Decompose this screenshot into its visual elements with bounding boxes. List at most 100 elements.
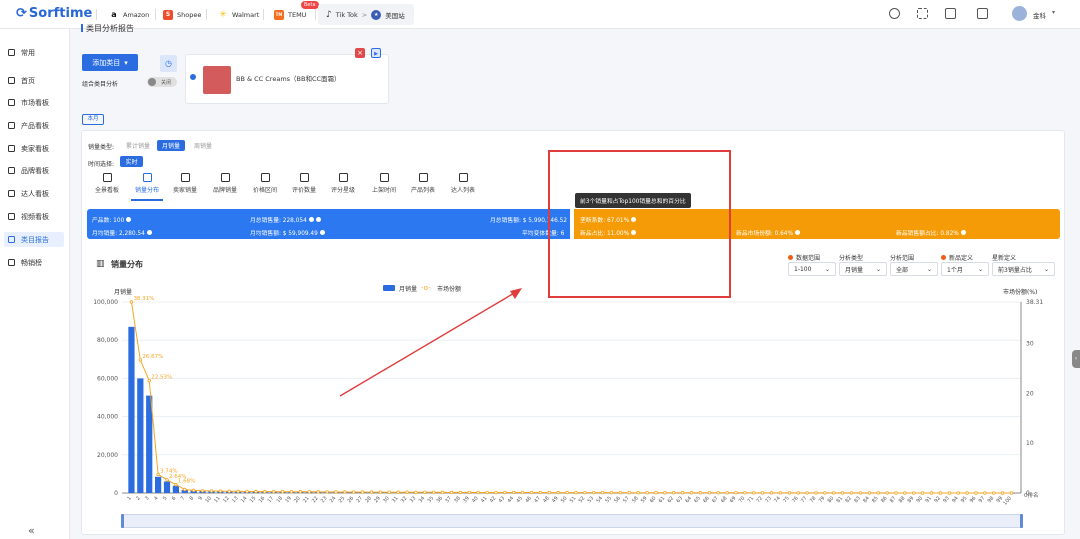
share-point (414, 490, 418, 495)
x-tick: 76 (791, 495, 800, 504)
x-tick: 16 (258, 495, 267, 504)
share-point (271, 489, 276, 494)
share-point (280, 490, 285, 494)
share-point (903, 491, 907, 495)
share-point (494, 490, 498, 495)
share-point (938, 491, 943, 495)
x-tick: 57 (622, 495, 631, 504)
share-point (156, 472, 160, 477)
bar (172, 485, 180, 493)
x-tick: 41 (480, 495, 489, 504)
zoom-handle-left[interactable] (121, 514, 124, 528)
share-point (698, 491, 703, 495)
share-point (992, 491, 996, 495)
share-point (289, 490, 294, 494)
x-tick: 21 (302, 495, 311, 504)
share-point (405, 490, 409, 494)
share-point (574, 490, 578, 495)
x-tick: 11 (213, 495, 222, 504)
share-point (245, 489, 249, 494)
x-tick: 60 (649, 495, 658, 504)
share-point (894, 491, 898, 495)
share-point (138, 358, 143, 362)
share-point (645, 491, 649, 495)
x-tick: 65 (693, 495, 702, 504)
share-point (832, 491, 836, 495)
share-point (147, 378, 151, 383)
share-point (467, 490, 471, 495)
x-tick: 35 (427, 495, 436, 504)
share-point (227, 489, 231, 493)
x-tick: 74 (773, 495, 782, 504)
x-tick: 23 (320, 495, 329, 504)
side-expand-icon[interactable]: ‹ (1072, 350, 1080, 368)
share-point (912, 491, 916, 495)
x-tick: 43 (498, 495, 507, 504)
share-line (130, 301, 1012, 494)
x-tick: 28 (364, 495, 373, 504)
share-point (529, 490, 534, 495)
share-point (752, 491, 756, 495)
x-tick: 29 (373, 495, 382, 504)
share-point (707, 491, 711, 495)
x-tick: 36 (435, 495, 444, 504)
x-tick: 92 (933, 495, 942, 504)
share-point (840, 491, 845, 495)
share-point (325, 490, 329, 494)
x-tick: 61 (658, 495, 667, 504)
x-tick: 32 (400, 495, 409, 504)
share-point (165, 478, 169, 482)
share-point (432, 490, 436, 495)
share-point (183, 487, 187, 492)
share-point (387, 490, 391, 494)
share-point (254, 489, 258, 494)
y-right-tick: 10 (1026, 440, 1034, 447)
share-point (440, 490, 445, 495)
x-tick: 93 (942, 495, 951, 504)
x-tick: 49 (551, 495, 560, 504)
x-tick: 64 (684, 495, 693, 504)
x-tick: 58 (631, 495, 640, 504)
share-point (672, 491, 676, 495)
share-point (663, 491, 667, 495)
x-tick: 24 (329, 495, 338, 504)
x-tick: 85 (871, 495, 880, 504)
y-left-tick: 40,000 (97, 414, 118, 421)
share-point (805, 491, 809, 495)
x-tick: 54 (595, 495, 604, 504)
share-point (565, 490, 569, 495)
share-point (334, 490, 338, 494)
share-point (689, 491, 694, 495)
x-tick: 3 (144, 495, 151, 501)
share-point (680, 491, 685, 495)
zoom-slider[interactable] (122, 514, 1022, 528)
x-tick: 12 (222, 495, 231, 504)
x-tick: 45 (515, 495, 524, 504)
share-point (627, 491, 631, 495)
x-tick: 70 (738, 495, 747, 504)
share-point (556, 490, 560, 495)
x-tick: 34 (418, 495, 427, 504)
share-point (520, 490, 525, 495)
x-tick: 2 (135, 495, 142, 501)
share-point (609, 490, 614, 495)
x-tick: 8 (189, 495, 196, 501)
share-point (423, 490, 427, 495)
x-tick: 38 (453, 495, 462, 504)
x-tick: 6 (171, 495, 178, 501)
bar (163, 481, 171, 493)
share-point (769, 491, 774, 495)
x-axis-suffix: 0排名 (1024, 491, 1039, 499)
share-point (796, 491, 800, 495)
zoom-handle-right[interactable] (1020, 514, 1023, 528)
x-tick: 31 (391, 495, 400, 504)
share-point (360, 490, 365, 494)
bar (137, 378, 144, 493)
x-tick: 78 (809, 495, 818, 504)
share-point (307, 490, 311, 494)
x-tick: 71 (747, 495, 756, 504)
share-point (858, 491, 863, 495)
x-tick: 40 (471, 495, 480, 504)
share-point (849, 491, 854, 495)
share-point (343, 490, 347, 494)
